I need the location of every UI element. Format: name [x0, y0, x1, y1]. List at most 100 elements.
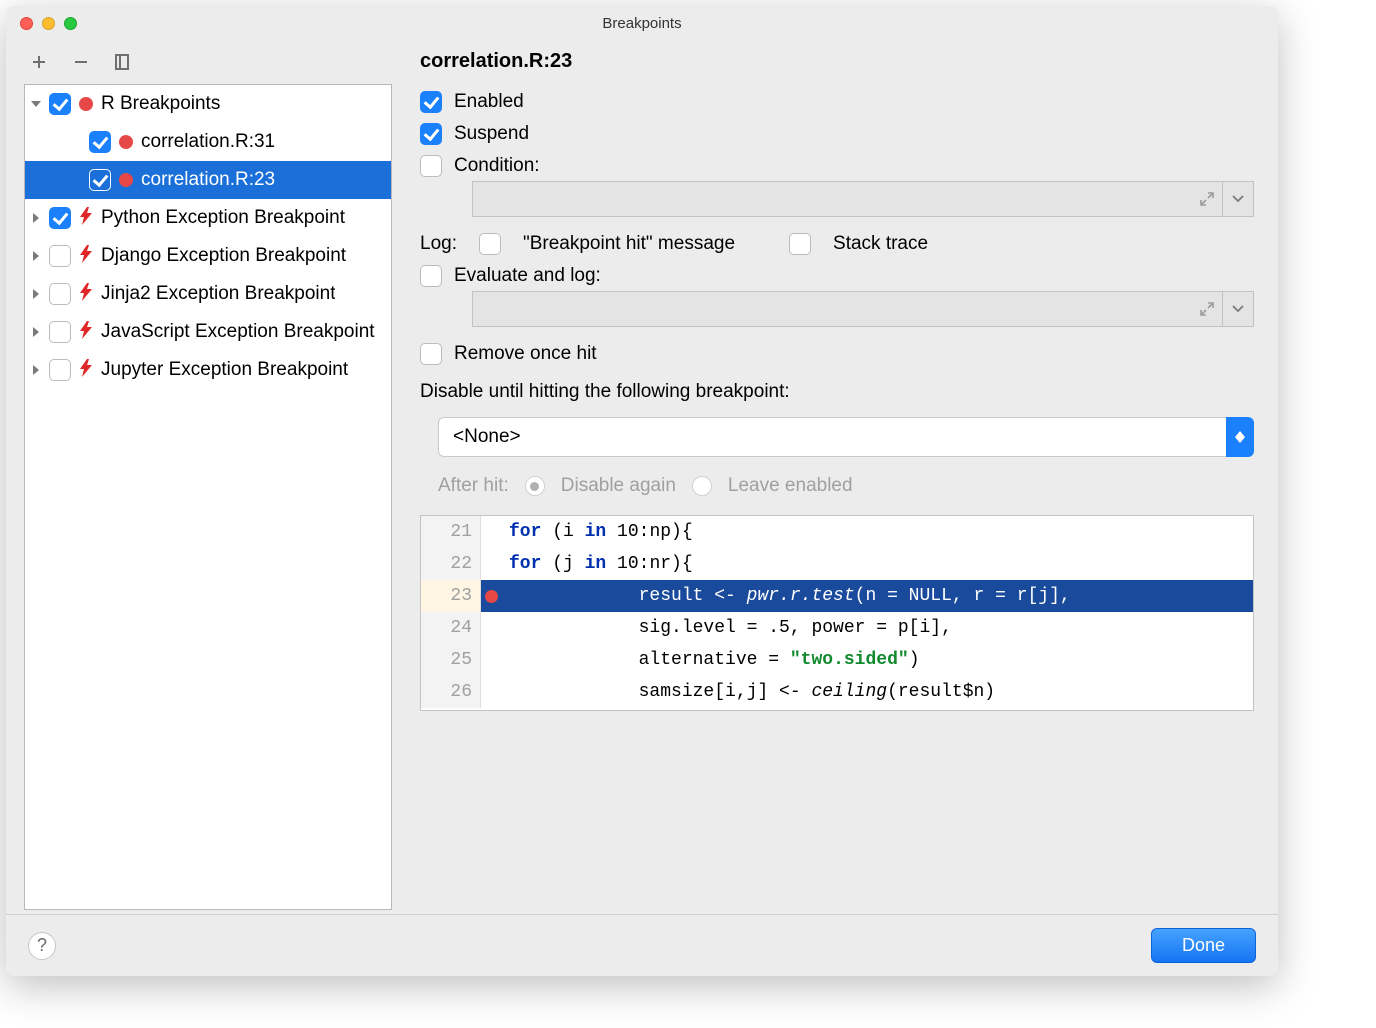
code-preview: 21 for (i in 10:np){22 for (j in 10:nr){… [420, 515, 1254, 711]
chevron-right-icon[interactable] [29, 213, 43, 223]
group-checkbox[interactable] [49, 283, 71, 305]
code-text: samsize[i,j] <- ceiling(result$n) [481, 676, 995, 708]
gutter[interactable]: 24 [421, 612, 481, 644]
item-checkbox[interactable] [89, 169, 111, 191]
sidebar-toolbar [6, 40, 396, 84]
code-text: result <- pwr.r.test(n = NULL, r = r[j], [481, 580, 1253, 612]
tree-group[interactable]: R Breakpoints [25, 85, 391, 123]
after-hit-disable-radio[interactable] [525, 476, 545, 496]
tree-item[interactable]: correlation.R:31 [25, 123, 391, 161]
add-breakpoint-button[interactable] [28, 51, 50, 73]
enabled-checkbox[interactable] [420, 91, 442, 113]
code-text: for (i in 10:np){ [481, 516, 693, 548]
breakpoint-dot-icon [117, 133, 135, 151]
group-checkbox[interactable] [49, 245, 71, 267]
expand-icon[interactable] [1200, 192, 1214, 206]
group-checkbox[interactable] [49, 207, 71, 229]
disable-until-value: <None> [453, 426, 521, 448]
code-text: for (j in 10:nr){ [481, 548, 693, 580]
group-checkbox[interactable] [49, 321, 71, 343]
exception-bolt-icon [77, 209, 95, 227]
group-checkbox[interactable] [49, 359, 71, 381]
breakpoints-tree[interactable]: R Breakpoints correlation.R:31 correlation… [24, 84, 392, 910]
exception-bolt-icon [77, 247, 95, 265]
condition-checkbox[interactable] [420, 155, 442, 177]
expand-icon[interactable] [1200, 302, 1214, 316]
breakpoint-dot-icon[interactable] [485, 590, 498, 603]
remove-breakpoint-button[interactable] [70, 51, 92, 73]
exception-bolt-icon [77, 361, 95, 379]
log-hit-checkbox[interactable] [479, 233, 501, 255]
suspend-checkbox[interactable] [420, 123, 442, 145]
detail-title: correlation.R:23 [420, 50, 1254, 73]
breakpoints-sidebar: R Breakpoints correlation.R:31 correlation… [6, 40, 396, 914]
chevron-right-icon[interactable] [29, 365, 43, 375]
group-label: Jinja2 Exception Breakpoint [101, 283, 335, 305]
chevron-right-icon[interactable] [29, 289, 43, 299]
group-label: Jupyter Exception Breakpoint [101, 359, 348, 381]
chevron-right-icon[interactable] [29, 251, 43, 261]
titlebar: Breakpoints [6, 6, 1278, 40]
code-line: 23 result <- pwr.r.test(n = NULL, r = r[… [421, 580, 1253, 612]
exception-bolt-icon [77, 285, 95, 303]
after-hit-leave-radio[interactable] [692, 476, 712, 496]
tree-group[interactable]: JavaScript Exception Breakpoint [25, 313, 391, 351]
code-line: 21 for (i in 10:np){ [421, 516, 1253, 548]
breakpoint-dot-icon [77, 95, 95, 113]
item-checkbox[interactable] [89, 131, 111, 153]
chevron-down-icon[interactable] [29, 99, 43, 109]
condition-input[interactable] [472, 181, 1222, 217]
evaluate-log-input[interactable] [472, 291, 1222, 327]
item-label: correlation.R:31 [141, 131, 275, 153]
code-text: sig.level = .5, power = p[i], [481, 612, 952, 644]
group-label: R Breakpoints [101, 93, 220, 115]
help-button[interactable]: ? [28, 932, 56, 960]
remove-once-hit-label: Remove once hit [454, 343, 597, 365]
exception-bolt-icon [77, 323, 95, 341]
after-hit-label: After hit: [438, 475, 509, 497]
log-hit-label: "Breakpoint hit" message [523, 233, 735, 255]
condition-label: Condition: [454, 155, 540, 177]
group-label: Django Exception Breakpoint [101, 245, 346, 267]
after-hit-leave-label: Leave enabled [728, 475, 853, 497]
tree-group[interactable]: Jinja2 Exception Breakpoint [25, 275, 391, 313]
item-label: correlation.R:23 [141, 169, 275, 191]
group-checkbox[interactable] [49, 93, 71, 115]
stack-trace-checkbox[interactable] [789, 233, 811, 255]
after-hit-disable-label: Disable again [561, 475, 676, 497]
tree-group[interactable]: Django Exception Breakpoint [25, 237, 391, 275]
gutter[interactable]: 21 [421, 516, 481, 548]
code-line: 24 sig.level = .5, power = p[i], [421, 612, 1253, 644]
done-button[interactable]: Done [1151, 928, 1256, 963]
breakpoint-dot-icon [117, 171, 135, 189]
evaluate-log-checkbox[interactable] [420, 265, 442, 287]
tree-group[interactable]: Python Exception Breakpoint [25, 199, 391, 237]
disable-until-select[interactable]: <None> [438, 417, 1254, 457]
chevron-right-icon[interactable] [29, 327, 43, 337]
code-text: alternative = "two.sided") [481, 644, 920, 676]
tree-item[interactable]: correlation.R:23 [25, 161, 391, 199]
group-label: Python Exception Breakpoint [101, 207, 345, 229]
suspend-label: Suspend [454, 123, 529, 145]
disable-until-label: Disable until hitting the following brea… [420, 381, 1254, 403]
breakpoint-detail-panel: correlation.R:23 Enabled Suspend Conditi… [396, 40, 1278, 914]
code-line: 26 samsize[i,j] <- ceiling(result$n) [421, 676, 1253, 708]
tree-group[interactable]: Jupyter Exception Breakpoint [25, 351, 391, 389]
group-label: JavaScript Exception Breakpoint [101, 321, 375, 343]
gutter[interactable]: 25 [421, 644, 481, 676]
after-hit-row: After hit: Disable again Leave enabled [438, 475, 1254, 497]
gutter[interactable]: 22 [421, 548, 481, 580]
breakpoints-window: Breakpoints R Breakpoints correlation.R:3… [6, 6, 1278, 976]
remove-once-hit-checkbox[interactable] [420, 343, 442, 365]
evaluate-log-history-dropdown[interactable] [1222, 291, 1254, 327]
code-line: 25 alternative = "two.sided") [421, 644, 1253, 676]
condition-history-dropdown[interactable] [1222, 181, 1254, 217]
enabled-label: Enabled [454, 91, 524, 113]
dialog-footer: ? Done [6, 914, 1278, 976]
window-title: Breakpoints [6, 15, 1278, 32]
log-label: Log: [420, 233, 457, 255]
group-by-button[interactable] [112, 51, 134, 73]
evaluate-log-label: Evaluate and log: [454, 265, 601, 287]
gutter[interactable]: 23 [421, 580, 481, 612]
gutter[interactable]: 26 [421, 676, 481, 708]
